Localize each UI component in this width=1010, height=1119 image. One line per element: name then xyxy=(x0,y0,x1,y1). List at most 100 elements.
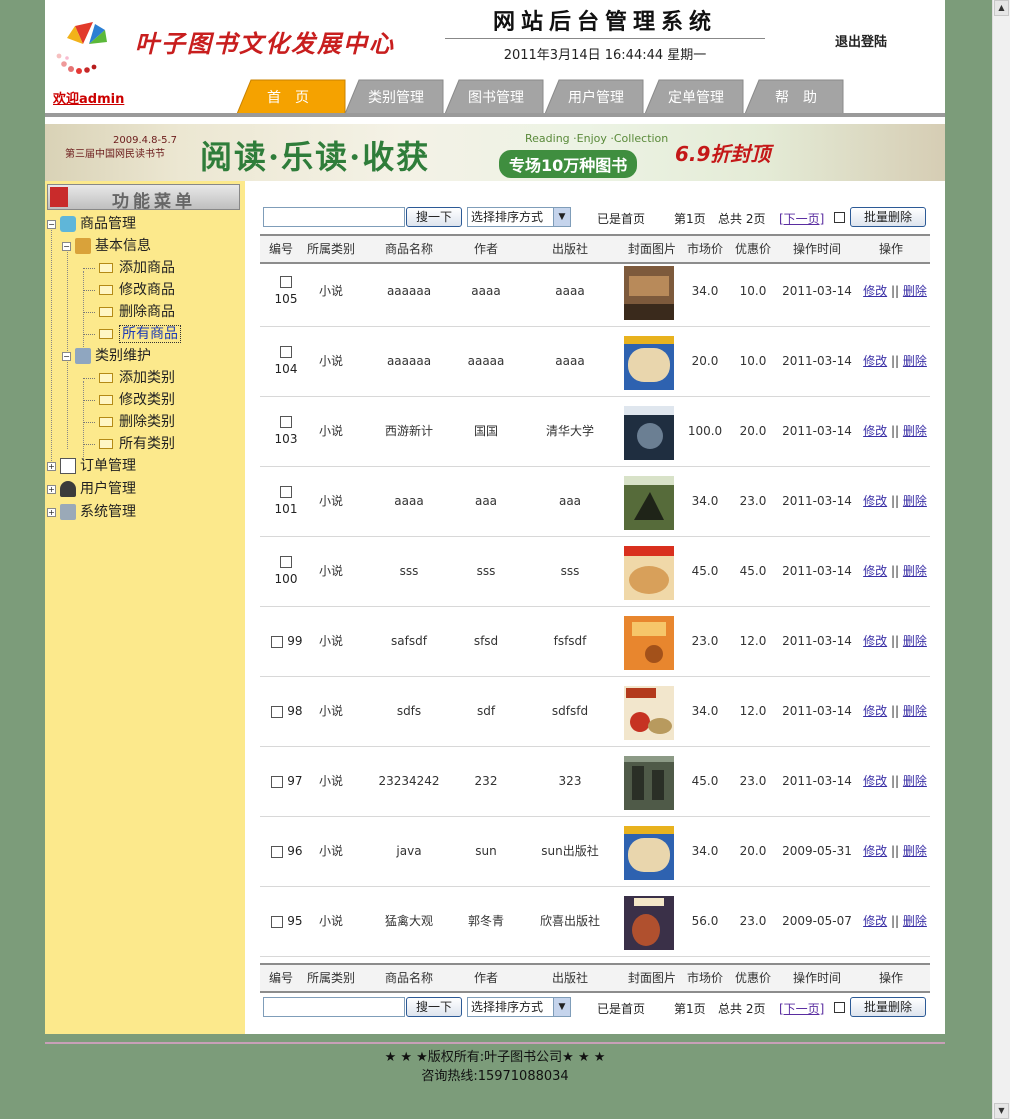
system-title: 网站后台管理系统 xyxy=(492,10,717,35)
row-checkbox[interactable] xyxy=(280,485,292,498)
delete-link[interactable]: 删除 xyxy=(903,634,927,648)
search-button[interactable]: 搜一下 xyxy=(406,207,462,227)
menu-all-category[interactable]: 所有类别 xyxy=(83,433,175,455)
menu-system[interactable]: + 系统管理 xyxy=(47,501,136,523)
row-checkbox[interactable] xyxy=(280,345,292,358)
row-checkbox[interactable] xyxy=(271,845,284,858)
delete-link[interactable]: 删除 xyxy=(903,284,927,298)
select-all-checkbox[interactable] xyxy=(834,1002,845,1013)
edit-link[interactable]: 修改 xyxy=(863,914,887,928)
collapse-icon[interactable]: − xyxy=(62,241,71,251)
cover-image[interactable] xyxy=(624,546,674,600)
cover-image[interactable] xyxy=(624,336,674,390)
menu-item-label: 删除类别 xyxy=(119,414,175,430)
cover-image[interactable] xyxy=(624,266,674,320)
row-name: aaaa xyxy=(394,494,424,508)
cover-image[interactable] xyxy=(624,686,674,740)
box-icon xyxy=(60,216,76,232)
row-actions: 修改 || 删除 xyxy=(860,256,930,326)
batch-delete-button[interactable]: 批量删除 xyxy=(850,997,926,1017)
row-checkbox[interactable] xyxy=(280,555,292,568)
row-checkbox[interactable] xyxy=(280,415,292,428)
cover-image[interactable] xyxy=(624,476,674,530)
menu-users[interactable]: + 用户管理 xyxy=(47,478,136,500)
cover-image[interactable] xyxy=(624,756,674,810)
row-author: sdf xyxy=(476,704,496,718)
search-input[interactable] xyxy=(263,997,405,1017)
tab-category[interactable]: 类别管理 xyxy=(345,78,447,114)
sort-select[interactable]: 选择排序方式 ▼ xyxy=(467,997,571,1017)
edit-link[interactable]: 修改 xyxy=(863,564,887,578)
logout-link[interactable]: 退出登陆 xyxy=(835,31,887,50)
row-checkbox[interactable] xyxy=(271,915,284,928)
row-category: 小说 xyxy=(318,424,343,438)
edit-link[interactable]: 修改 xyxy=(863,844,887,858)
next-page-link[interactable]: [下一页] xyxy=(779,1000,824,1017)
delete-link[interactable]: 删除 xyxy=(903,424,927,438)
delete-link[interactable]: 删除 xyxy=(903,704,927,718)
menu-delete-goods[interactable]: 删除商品 xyxy=(83,301,175,323)
page-number: 第1页 xyxy=(674,212,706,226)
edit-link[interactable]: 修改 xyxy=(863,354,887,368)
collapse-icon[interactable]: − xyxy=(47,219,56,229)
menu-edit-goods[interactable]: 修改商品 xyxy=(83,279,175,301)
row-checkbox[interactable] xyxy=(271,635,284,648)
batch-delete-button[interactable]: 批量删除 xyxy=(850,207,926,227)
tab-orders[interactable]: 定单管理 xyxy=(645,78,747,114)
menu-category-label: 类别维护 xyxy=(95,348,151,364)
sort-select[interactable]: 选择排序方式 ▼ xyxy=(467,207,571,227)
edit-link[interactable]: 修改 xyxy=(863,634,887,648)
vertical-scrollbar[interactable]: ▲ ▼ xyxy=(992,0,1010,1119)
tab-home[interactable]: 首 页 xyxy=(237,78,346,114)
select-all-checkbox[interactable] xyxy=(834,212,845,223)
menu-goods[interactable]: − 商品管理 xyxy=(47,213,136,235)
op-separator: || xyxy=(890,844,900,858)
cover-image[interactable] xyxy=(624,826,674,880)
delete-link[interactable]: 删除 xyxy=(903,564,927,578)
edit-link[interactable]: 修改 xyxy=(863,774,887,788)
expand-icon[interactable]: + xyxy=(47,484,56,494)
search-input[interactable] xyxy=(263,207,405,227)
delete-link[interactable]: 删除 xyxy=(903,354,927,368)
row-checkbox[interactable] xyxy=(271,775,284,788)
edit-link[interactable]: 修改 xyxy=(863,424,887,438)
menu-category[interactable]: − 类别维护 xyxy=(62,345,151,367)
cover-image[interactable] xyxy=(624,896,674,950)
menu-all-goods[interactable]: 所有商品 xyxy=(83,323,181,345)
menu-icon xyxy=(50,187,68,207)
menu-basic[interactable]: − 基本信息 xyxy=(62,235,151,257)
expand-icon[interactable]: + xyxy=(47,507,56,517)
tab-books[interactable]: 图书管理 xyxy=(445,78,547,114)
menu-add-category[interactable]: 添加类别 xyxy=(83,367,175,389)
cover-image[interactable] xyxy=(624,616,674,670)
table-row: 98 小说 sdfs sdf sdfsfd 34.0 12.0 2011-03-… xyxy=(260,676,930,747)
row-category: 小说 xyxy=(318,914,343,928)
col-actions: 操作 xyxy=(878,242,903,256)
edit-link[interactable]: 修改 xyxy=(863,284,887,298)
edit-link[interactable]: 修改 xyxy=(863,494,887,508)
menu-delete-category[interactable]: 删除类别 xyxy=(83,411,175,433)
row-checkbox[interactable] xyxy=(280,275,292,288)
menu-add-goods[interactable]: 添加商品 xyxy=(83,257,175,279)
delete-link[interactable]: 删除 xyxy=(903,494,927,508)
menu-orders[interactable]: + 订单管理 xyxy=(47,455,136,477)
page-number: 第1页 xyxy=(674,1002,706,1016)
expand-icon[interactable]: + xyxy=(47,461,56,471)
tab-help[interactable]: 帮 助 xyxy=(745,78,847,114)
edit-link[interactable]: 修改 xyxy=(863,704,887,718)
welcome-link[interactable]: 欢迎admin xyxy=(53,88,124,107)
scroll-up-icon[interactable]: ▲ xyxy=(994,0,1009,16)
delete-link[interactable]: 删除 xyxy=(903,914,927,928)
row-publisher: 欣喜出版社 xyxy=(539,914,600,928)
next-page-link[interactable]: [下一页] xyxy=(779,210,824,227)
collapse-icon[interactable]: − xyxy=(62,351,71,361)
delete-link[interactable]: 删除 xyxy=(903,774,927,788)
menu-edit-category[interactable]: 修改类别 xyxy=(83,389,175,411)
brand-title: 叶子图书文化发展中心 xyxy=(135,29,395,58)
scroll-down-icon[interactable]: ▼ xyxy=(994,1103,1009,1119)
tab-users[interactable]: 用户管理 xyxy=(545,78,647,114)
row-checkbox[interactable] xyxy=(271,705,284,718)
search-button[interactable]: 搜一下 xyxy=(406,997,462,1017)
delete-link[interactable]: 删除 xyxy=(903,844,927,858)
cover-image[interactable] xyxy=(624,406,674,460)
